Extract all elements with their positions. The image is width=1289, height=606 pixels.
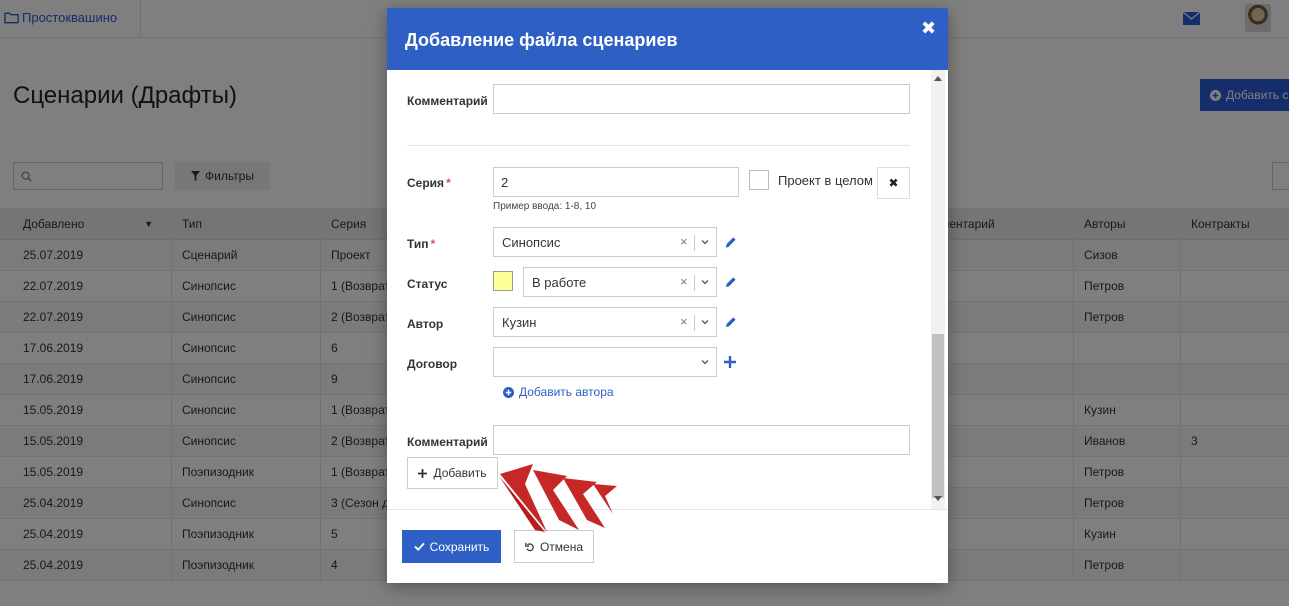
plus-circle-icon [503, 386, 514, 398]
dialog-scrollbar[interactable] [931, 70, 945, 509]
undo-icon [525, 542, 534, 551]
add-author-link[interactable]: Добавить автора [503, 385, 614, 399]
add-file-button[interactable]: Добавить [407, 457, 498, 489]
select-divider [694, 235, 695, 251]
add-contract-plus-icon[interactable] [724, 356, 736, 368]
clear-icon[interactable]: × [680, 314, 688, 329]
clear-series-button[interactable]: ✖ [877, 167, 910, 199]
contract-select[interactable] [493, 347, 717, 377]
scroll-down-icon[interactable] [934, 496, 942, 501]
comment-input[interactable] [493, 425, 910, 455]
chevron-down-icon[interactable] [699, 356, 711, 368]
select-divider [694, 275, 695, 291]
whole-project-checkbox[interactable] [749, 170, 769, 190]
type-select[interactable]: Синопсис × [493, 227, 717, 257]
required-mark: * [430, 237, 436, 251]
status-value: В работе [532, 275, 587, 290]
clear-icon[interactable]: × [680, 234, 688, 249]
type-label: Тип * [407, 237, 436, 251]
author-select[interactable]: Кузин × [493, 307, 717, 337]
chevron-down-icon[interactable] [699, 316, 711, 328]
section-divider [407, 145, 910, 146]
add-file-label: Добавить [433, 466, 487, 480]
series-input[interactable]: 2 [493, 167, 739, 197]
contract-label: Договор [407, 357, 458, 371]
dialog-footer: Сохранить Отмена [387, 509, 948, 583]
close-icon[interactable]: ✖ [921, 18, 936, 39]
comment-top-label: Комментарий [407, 94, 488, 108]
edit-author-pencil-icon[interactable] [724, 316, 737, 329]
comment-label: Комментарий [407, 435, 488, 449]
save-button[interactable]: Сохранить [402, 530, 501, 563]
chevron-down-icon[interactable] [699, 276, 711, 288]
dialog-header: Добавление файла сценариев ✖ [387, 8, 948, 70]
status-label: Статус [407, 277, 448, 291]
dialog-title: Добавление файла сценариев [405, 30, 678, 50]
annotation-arrow-icon [499, 464, 617, 532]
whole-project-label: Проект в целом [778, 173, 873, 188]
add-script-file-dialog: Добавление файла сценариев ✖ Комментарий… [387, 8, 948, 583]
select-divider [694, 315, 695, 331]
save-label: Сохранить [429, 539, 490, 554]
checkmark-icon [414, 542, 425, 551]
cancel-label: Отмена [539, 539, 584, 554]
status-select[interactable]: В работе × [523, 267, 717, 297]
author-value: Кузин [502, 315, 537, 330]
author-label: Автор [407, 317, 444, 331]
comment-top-input[interactable] [493, 84, 910, 114]
series-hint: Пример ввода: 1-8, 10 [493, 201, 597, 212]
edit-status-pencil-icon[interactable] [724, 276, 737, 289]
chevron-down-icon[interactable] [699, 236, 711, 248]
add-author-label: Добавить автора [519, 385, 614, 399]
scroll-up-icon[interactable] [934, 76, 942, 81]
dialog-body: Комментарий Серия * 2 Пример ввода: 1-8, … [387, 70, 948, 509]
clear-icon[interactable]: × [680, 274, 688, 289]
required-mark: * [446, 176, 451, 190]
edit-type-pencil-icon[interactable] [724, 236, 737, 249]
scroll-thumb[interactable] [932, 334, 944, 498]
type-value: Синопсис [502, 235, 561, 250]
series-label: Серия * [407, 176, 451, 190]
status-color-swatch[interactable] [493, 271, 513, 291]
plus-icon [418, 468, 428, 478]
